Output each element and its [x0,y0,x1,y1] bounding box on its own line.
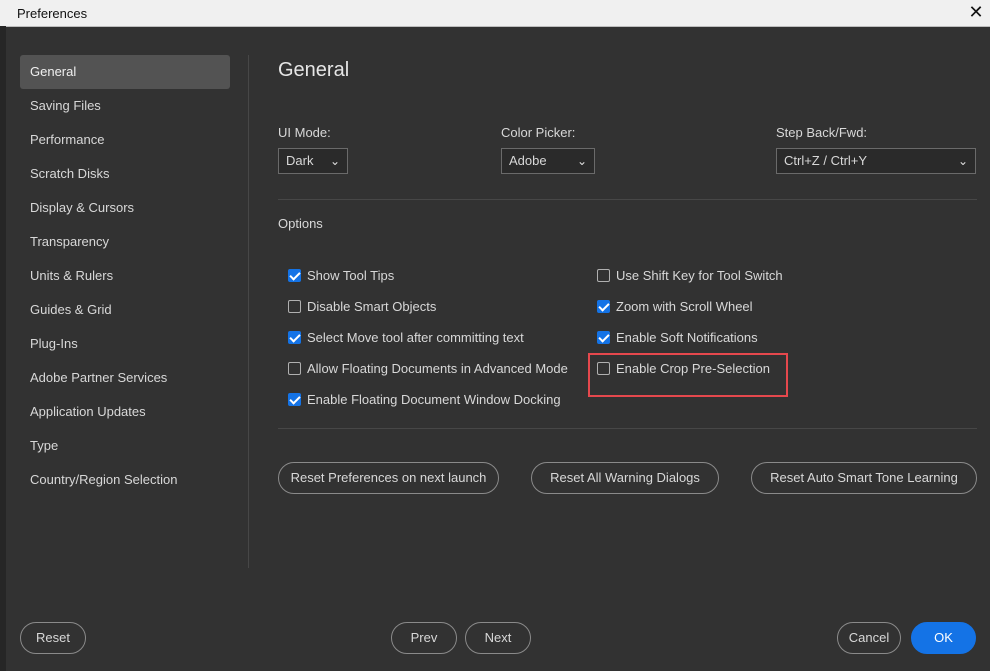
sidebar-item-adobe-partner-services[interactable]: Adobe Partner Services [20,361,230,395]
option-label: Select Move tool after committing text [307,330,524,345]
option-label: Zoom with Scroll Wheel [616,299,753,314]
reset-preferences-button[interactable]: Reset Preferences on next launch [278,462,499,494]
step-back-select[interactable]: Ctrl+Z / Ctrl+Y ⌄ [776,148,976,174]
page-title: General [278,59,350,81]
step-back-label: Step Back/Fwd: [776,125,868,140]
checkbox-unchecked[interactable] [597,269,610,282]
checkbox-unchecked[interactable] [288,362,301,375]
sidebar-item-general[interactable]: General [20,55,230,89]
color-picker-select[interactable]: Adobe ⌄ [501,148,595,174]
ok-button[interactable]: OK [911,622,976,654]
sidebar-item-performance[interactable]: Performance [20,123,230,157]
option-label: Allow Floating Documents in Advanced Mod… [307,361,568,376]
ui-mode-value: Dark [286,153,314,168]
option-label: Enable Soft Notifications [616,330,758,345]
sidebar-item-saving-files[interactable]: Saving Files [20,89,230,123]
sidebar-divider [248,55,249,568]
checkbox-checked[interactable] [288,269,301,282]
section-divider [278,199,977,200]
window-title: Preferences [17,6,88,21]
option-label: Enable Floating Document Window Docking [307,392,561,407]
window-frame-edge [0,26,6,671]
option-label: Show Tool Tips [307,268,395,283]
sidebar-item-country-region[interactable]: Country/Region Selection [20,463,230,497]
sidebar-item-display-cursors[interactable]: Display & Cursors [20,191,230,225]
sidebar-item-application-updates[interactable]: Application Updates [20,395,230,429]
checkbox-unchecked[interactable] [288,300,301,313]
next-button[interactable]: Next [465,622,531,654]
close-icon[interactable]: ✕ [966,2,986,22]
prev-button[interactable]: Prev [391,622,457,654]
reset-smart-tone-button[interactable]: Reset Auto Smart Tone Learning [751,462,977,494]
sidebar-item-units-rulers[interactable]: Units & Rulers [20,259,230,293]
highlight-box [588,353,788,397]
sidebar-item-type[interactable]: Type [20,429,230,463]
checkbox-checked[interactable] [597,300,610,313]
option-label: Use Shift Key for Tool Switch [616,268,783,283]
options-heading: Options [278,216,323,231]
sidebar-item-scratch-disks[interactable]: Scratch Disks [20,157,230,191]
cancel-button[interactable]: Cancel [837,622,901,654]
step-back-value: Ctrl+Z / Ctrl+Y [784,153,868,168]
option-label: Disable Smart Objects [307,299,437,314]
reset-button[interactable]: Reset [20,622,86,654]
general-panel: General UI Mode: Dark ⌄ Color Picker: Ad… [278,55,978,575]
checkbox-checked[interactable] [288,393,301,406]
chevron-down-icon: ⌄ [957,154,968,168]
checkbox-checked[interactable] [597,331,610,344]
ui-mode-label: UI Mode: [278,125,331,140]
reset-warning-dialogs-button[interactable]: Reset All Warning Dialogs [531,462,719,494]
sidebar-item-transparency[interactable]: Transparency [20,225,230,259]
ui-mode-select[interactable]: Dark ⌄ [278,148,348,174]
title-bar: Preferences ✕ [0,0,990,27]
chevron-down-icon: ⌄ [329,154,340,168]
sidebar: General Saving Files Performance Scratch… [20,55,230,497]
checkbox-checked[interactable] [288,331,301,344]
color-picker-value: Adobe [509,153,547,168]
sidebar-item-plug-ins[interactable]: Plug-Ins [20,327,230,361]
section-divider [278,428,977,429]
color-picker-label: Color Picker: [501,125,576,140]
chevron-down-icon: ⌄ [576,154,587,168]
sidebar-item-guides-grid[interactable]: Guides & Grid [20,293,230,327]
